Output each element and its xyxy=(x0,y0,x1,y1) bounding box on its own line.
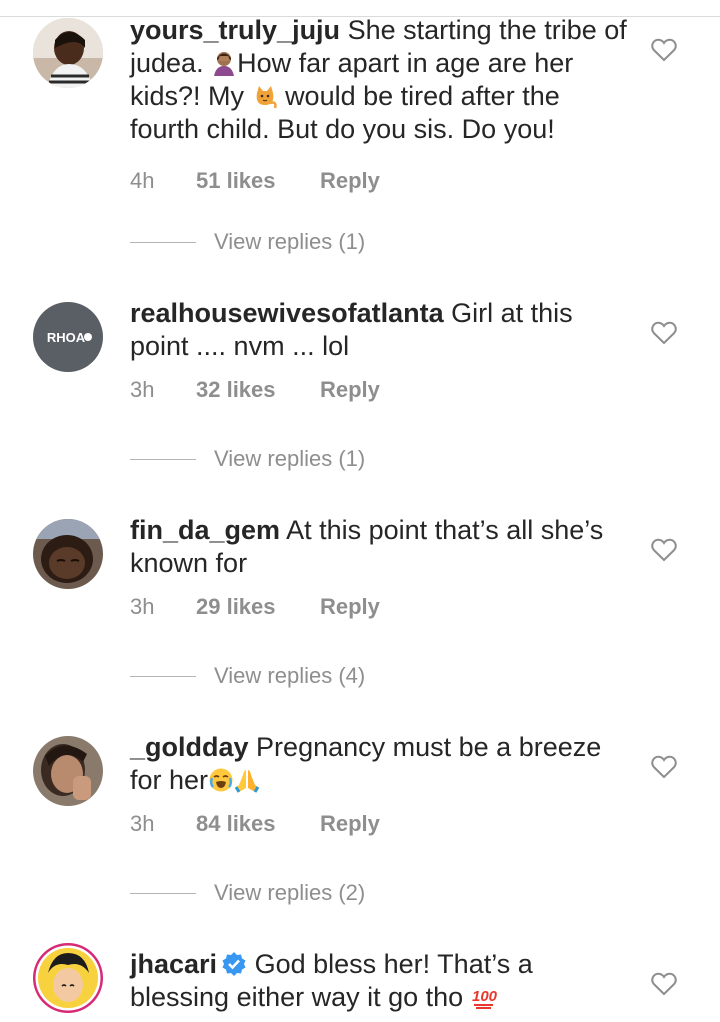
comment-text-segment: Girl at this xyxy=(451,298,573,328)
reply-button[interactable]: Reply xyxy=(320,168,380,194)
verified-badge-icon xyxy=(221,951,247,977)
comment-text-segment: blessing either way it go tho xyxy=(130,982,464,1012)
replies-divider xyxy=(130,675,196,677)
view-replies-label: View replies (2) xyxy=(214,880,366,905)
comment-text: realhousewivesofatlanta Girl at this poin… xyxy=(130,297,630,363)
likes-count[interactable]: 32 likes xyxy=(196,377,320,403)
comment-meta: 4h 51 likes Reply xyxy=(130,166,630,196)
replies-divider xyxy=(130,892,196,894)
comment-text-segment: At this point that’s all she’s xyxy=(286,515,604,545)
comment-text-segment: Pregnancy must be a breeze xyxy=(256,732,602,762)
username[interactable]: jhacari xyxy=(130,949,217,979)
avatar[interactable] xyxy=(33,18,103,88)
username[interactable]: _goldday xyxy=(130,732,249,762)
cat-emoji-icon xyxy=(252,83,278,109)
view-replies-button[interactable]: View replies (2) xyxy=(130,878,365,908)
view-replies-label: View replies (4) xyxy=(214,663,366,688)
comment-text-segment: point .... nvm ... lol xyxy=(130,331,350,361)
facepalm-emoji-icon xyxy=(211,50,237,76)
likes-count[interactable]: 29 likes xyxy=(196,594,320,620)
avatar[interactable]: RHOA xyxy=(33,302,103,372)
view-replies-button[interactable]: View replies (1) xyxy=(130,444,365,474)
comment-time: 4h xyxy=(130,168,155,193)
likes-count[interactable]: 51 likes xyxy=(196,168,320,194)
avatar[interactable] xyxy=(33,736,103,806)
comment-time: 3h xyxy=(130,594,155,619)
comment-time: 3h xyxy=(130,811,155,836)
comment-meta: 3h 29 likes Reply xyxy=(130,592,630,622)
view-replies-label: View replies (1) xyxy=(214,229,366,254)
reply-button[interactable]: Reply xyxy=(320,811,380,837)
replies-divider xyxy=(130,458,196,460)
likes-count[interactable]: 84 likes xyxy=(196,811,320,837)
heart-icon[interactable] xyxy=(651,972,677,996)
comment-text-segment: She starting the tribe of xyxy=(347,15,627,45)
view-replies-label: View replies (1) xyxy=(214,446,366,471)
heart-icon[interactable] xyxy=(651,321,677,345)
praying-hands-emoji-icon xyxy=(234,767,260,793)
avatar[interactable] xyxy=(33,519,103,589)
comment-text-segment: How far apart in age are her xyxy=(237,48,574,78)
heart-icon[interactable] xyxy=(651,755,677,779)
hundred-points-emoji-icon: 100 xyxy=(471,984,497,1010)
comment-text-segment: God bless her! That’s a xyxy=(254,949,533,979)
username[interactable]: fin_da_gem xyxy=(130,515,280,545)
comment-meta: 3h 32 likes Reply xyxy=(130,375,630,405)
heart-icon[interactable] xyxy=(651,538,677,562)
svg-text:100: 100 xyxy=(472,988,497,1005)
comment-text: jhacari God bless her! That’s a blessing … xyxy=(130,948,630,1014)
username[interactable]: realhousewivesofatlanta xyxy=(130,298,444,328)
comment-text: yours_truly_juju She starting the tribe … xyxy=(130,14,630,146)
reply-button[interactable]: Reply xyxy=(320,377,380,403)
view-replies-button[interactable]: View replies (4) xyxy=(130,661,365,691)
replies-divider xyxy=(130,241,196,243)
crying-face-emoji-icon xyxy=(208,767,234,793)
comment-time: 3h xyxy=(130,377,155,402)
comment-text: _goldday Pregnancy must be a breeze for h… xyxy=(130,731,630,797)
comment-meta: 3h 84 likes Reply xyxy=(130,809,630,839)
comment-text-segment: would be tired after the xyxy=(285,81,560,111)
reply-button[interactable]: Reply xyxy=(320,594,380,620)
comment-text-segment: kids?! My xyxy=(130,81,245,111)
username[interactable]: yours_truly_juju xyxy=(130,15,340,45)
heart-icon[interactable] xyxy=(651,38,677,62)
comment-text-segment: judea. xyxy=(130,48,204,78)
view-replies-button[interactable]: View replies (1) xyxy=(130,227,365,257)
comment-text-segment: known for xyxy=(130,548,248,578)
avatar-logo-text: RHOA xyxy=(47,330,86,345)
comment-text-segment: fourth child. But do you sis. Do you! xyxy=(130,114,555,144)
comment-text: fin_da_gem At this point that’s all she’… xyxy=(130,514,630,580)
avatar[interactable] xyxy=(33,943,103,1013)
comment-text-segment: for her xyxy=(130,765,209,795)
